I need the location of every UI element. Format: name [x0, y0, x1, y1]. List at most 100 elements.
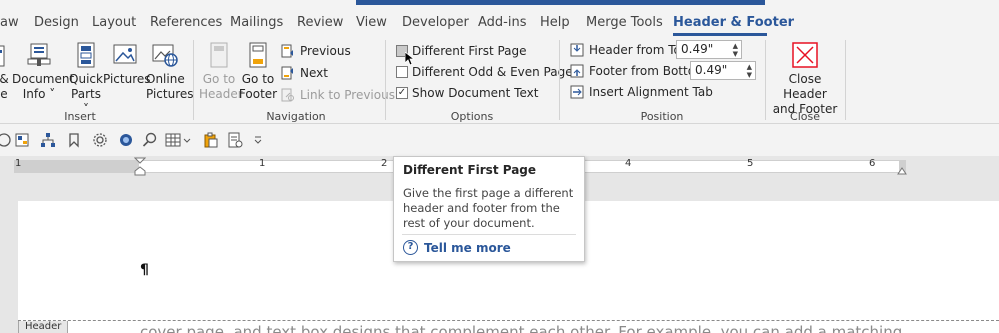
ruler-number: 4 [625, 158, 632, 169]
record-icon[interactable] [118, 132, 134, 148]
group-separator [845, 40, 846, 120]
ruler-number: 2 [381, 158, 388, 169]
spin-down-icon[interactable]: ▼ [747, 72, 752, 79]
online-pictures-label-1: Online [146, 72, 185, 86]
tab-help[interactable]: Help [540, 15, 570, 30]
tab-layout[interactable]: Layout [92, 15, 136, 30]
tab-review[interactable]: Review [297, 15, 343, 30]
different-odd-even-check[interactable] [396, 66, 408, 78]
pictures-button[interactable]: Pictures [103, 42, 151, 87]
gear-icon[interactable] [92, 132, 108, 148]
previous-icon [281, 44, 293, 58]
group-separator [765, 40, 766, 120]
mouse-cursor-icon [405, 52, 415, 66]
tab-draw[interactable]: aw [0, 15, 19, 30]
document-check-icon[interactable] [227, 132, 243, 148]
tab-design[interactable]: Design [34, 15, 79, 30]
chevron-down-icon[interactable] [182, 132, 192, 148]
go-to-header-icon [206, 42, 232, 68]
go-to-header-button[interactable]: Go to Header [199, 42, 243, 102]
quick-parts-icon [73, 42, 99, 68]
show-document-text-check[interactable]: ✓ [396, 87, 408, 99]
link-to-previous-button[interactable]: Link to Previous [281, 88, 395, 102]
footer-from-bottom-input[interactable]: 0.49" ▲ ▼ [690, 61, 756, 80]
close-header-footer-button[interactable]: Close Header and Footer [770, 42, 840, 117]
link-to-previous-label: Link to Previous [300, 88, 395, 102]
next-label: Next [300, 66, 328, 80]
customize-toolbar-icon[interactable] [253, 132, 263, 148]
different-odd-even-checkbox[interactable]: Different Odd & Even Pages [396, 65, 579, 79]
quick-access-toolbar [0, 124, 999, 156]
different-first-page-checkbox[interactable]: Different First Page [396, 44, 527, 58]
indent-marker-icon[interactable] [134, 157, 146, 176]
ruler-number: 5 [747, 158, 754, 169]
table-icon[interactable] [165, 132, 181, 148]
next-button[interactable]: Next [281, 66, 328, 80]
header-label-tag: Header [18, 321, 69, 333]
document-info-button[interactable]: Document Info ˅ [12, 42, 75, 102]
different-first-page-label: Different First Page [412, 44, 527, 58]
show-document-text-checkbox[interactable]: ✓ Show Document Text [396, 86, 538, 100]
different-odd-even-label: Different Odd & Even Pages [412, 65, 579, 79]
pictures-icon [112, 42, 138, 68]
quick-parts-button[interactable]: Quick Parts ˅ [68, 42, 104, 117]
right-indent-marker-icon[interactable] [897, 165, 907, 175]
bookmark-icon[interactable] [66, 132, 82, 148]
online-pictures-icon [152, 42, 178, 68]
partial-label-2: e [0, 87, 8, 101]
previous-label: Previous [300, 44, 351, 58]
ruler-number: 1 [15, 158, 22, 169]
header-position-icon [570, 43, 584, 57]
insert-alignment-tab-label: Insert Alignment Tab [589, 85, 713, 99]
paste-icon[interactable] [202, 132, 218, 148]
group-separator [193, 40, 194, 120]
partial-label-1: & [0, 72, 9, 86]
group-separator [385, 40, 386, 120]
position-group-label: Position [640, 110, 684, 123]
title-bar-accent [356, 0, 765, 5]
online-pictures-button[interactable]: Online Pictures [146, 42, 194, 102]
tab-references[interactable]: References [150, 15, 222, 30]
document-body-text: cover page, and text box designs that co… [140, 323, 903, 333]
previous-button[interactable]: Previous [281, 44, 351, 58]
online-pictures-label-2: Pictures [146, 87, 194, 101]
document-info-label-2: Info ˅ [22, 87, 56, 101]
tab-mailings[interactable]: Mailings [230, 15, 283, 30]
tab-developer[interactable]: Developer [402, 15, 469, 30]
go-to-footer-button[interactable]: Go to Footer [238, 42, 278, 102]
ruler-number: 1 [259, 158, 266, 169]
close-header-footer-label-1: Close Header [783, 72, 827, 101]
header-from-top-field: Header from Top: [570, 43, 693, 57]
tooltip-divider [402, 234, 576, 235]
insert-group-label: Insert [64, 110, 96, 123]
next-icon [281, 66, 293, 80]
navigation-group-label: Navigation [266, 110, 326, 123]
spin-up-icon[interactable]: ▲ [733, 43, 738, 50]
ruler-left-margin [15, 161, 139, 172]
go-to-footer-label-2: Footer [238, 87, 278, 101]
document-info-label-1: Document [12, 72, 75, 86]
tooltip-title: Different First Page [403, 163, 537, 177]
tab-header-footer[interactable]: Header & Footer [673, 15, 794, 30]
search-icon[interactable] [142, 132, 158, 148]
tab-merge-tools[interactable]: Merge Tools [586, 15, 663, 30]
go-to-footer-icon [245, 42, 271, 68]
show-document-text-label: Show Document Text [412, 86, 539, 100]
tell-me-more-link[interactable]: ? Tell me more [403, 240, 511, 255]
tab-add-ins[interactable]: Add-ins [478, 15, 526, 30]
circle-icon[interactable] [0, 132, 12, 148]
form-icon[interactable] [14, 132, 30, 148]
footer-from-bottom-value: 0.49" [695, 63, 728, 77]
help-icon: ? [403, 240, 418, 255]
partial-button-label[interactable]: & e [0, 72, 12, 102]
options-group-label: Options [450, 110, 494, 123]
close-group-label: Close [790, 110, 820, 123]
hierarchy-icon[interactable] [40, 132, 56, 148]
spin-down-icon[interactable]: ▼ [733, 51, 738, 58]
spin-up-icon[interactable]: ▲ [747, 64, 752, 71]
alignment-tab-icon [570, 85, 584, 99]
pictures-label: Pictures [103, 72, 151, 86]
insert-alignment-tab-button[interactable]: Insert Alignment Tab [570, 85, 713, 99]
tab-view[interactable]: View [356, 15, 387, 30]
header-from-top-input[interactable]: 0.49" ▲ ▼ [676, 40, 742, 59]
